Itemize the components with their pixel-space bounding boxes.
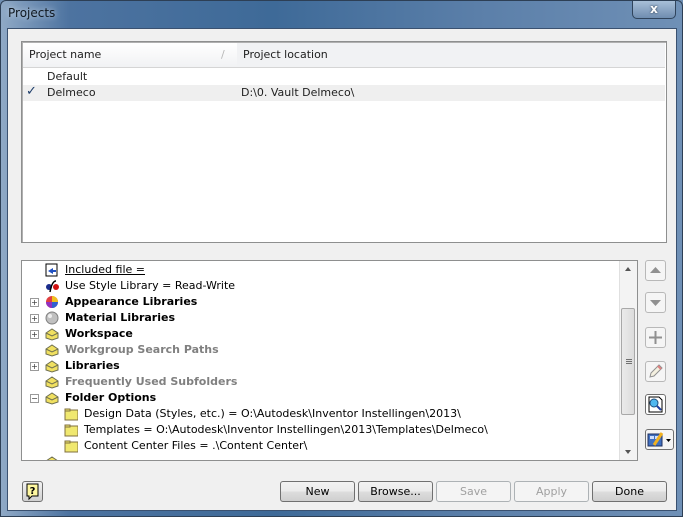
find-path-button[interactable] <box>645 394 666 415</box>
tree-item-frequently-used-subfolders[interactable]: Frequently Used Subfolders <box>22 374 620 390</box>
project-row-default[interactable]: Default <box>23 69 665 85</box>
project-name: Default <box>47 70 88 83</box>
column-header-project-location[interactable]: Project location <box>237 43 665 67</box>
tree-item-appearance-libraries[interactable]: + Appearance Libraries <box>22 294 620 310</box>
save-button[interactable]: Save <box>436 481 511 502</box>
move-down-button[interactable] <box>645 292 666 313</box>
tree-item-folder-options[interactable]: − Folder Options <box>22 390 620 406</box>
tree-item-design-data[interactable]: Design Data (Styles, etc.) = O:\Autodesk… <box>22 406 620 422</box>
scroll-down-icon[interactable] <box>625 450 631 454</box>
active-project-check-icon: ✓ <box>26 84 37 99</box>
tree-item-use-style-library[interactable]: Use Style Library = Read-Write <box>22 278 620 294</box>
magnifier-icon <box>648 396 663 413</box>
folder-group-icon <box>45 376 59 389</box>
grip-line <box>626 363 632 364</box>
grip-line <box>626 359 632 360</box>
tree-item-label: Included file = <box>65 263 145 276</box>
tree-item-included-file[interactable]: Included file = <box>22 262 620 278</box>
tree-item-workgroup-search-paths[interactable]: Workgroup Search Paths <box>22 342 620 358</box>
scroll-up-icon[interactable] <box>625 267 631 271</box>
tree-item-label: Use Style Library = Read-Write <box>65 279 236 292</box>
column-header-project-name[interactable]: Project name <box>23 43 237 67</box>
tree-item-material-libraries[interactable]: + Material Libraries <box>22 310 620 326</box>
tree-scrollbar[interactable] <box>619 261 637 460</box>
triangle-down-icon <box>650 300 661 306</box>
project-location: D:\0. Vault Delmeco\ <box>241 86 355 99</box>
tree-item-label: Appearance Libraries <box>65 295 198 308</box>
folder-group-icon <box>45 328 59 341</box>
included-file-icon <box>45 263 58 277</box>
tree-item-label: Libraries <box>65 359 120 372</box>
tree-item-label: Design Data (Styles, etc.) = O:\Autodesk… <box>84 407 461 420</box>
folder-group-icon <box>45 344 59 357</box>
edit-options-icon <box>647 432 671 447</box>
folder-icon <box>64 424 78 437</box>
tree-item-label: Workgroup Search Paths <box>65 343 219 356</box>
options-menu-button[interactable] <box>645 429 674 450</box>
expand-icon[interactable]: + <box>30 314 39 323</box>
tree-item-label: Material Libraries <box>65 311 176 324</box>
plus-icon <box>649 331 662 344</box>
new-button[interactable]: New <box>280 481 355 502</box>
projects-dialog: Projects x Project name / Project locati… <box>0 0 683 517</box>
folder-icon <box>64 408 78 421</box>
sort-indicator-icon: / <box>221 48 225 61</box>
browse-button[interactable]: Browse... <box>358 481 433 502</box>
project-row-delmeco[interactable]: ✓ Delmeco D:\0. Vault Delmeco\ <box>23 84 665 101</box>
edit-button[interactable] <box>645 361 666 382</box>
scroll-thumb[interactable] <box>621 308 635 415</box>
tree-item-label: Folder Options <box>65 391 157 404</box>
tree-item-templates[interactable]: Templates = O:\Autodesk\Inventor Instell… <box>22 422 620 438</box>
tree-item-libraries[interactable]: + Libraries <box>22 358 620 374</box>
folder-group-icon <box>46 456 58 460</box>
grip-line <box>626 361 632 362</box>
move-up-button[interactable] <box>645 260 666 281</box>
style-library-icon <box>46 280 59 293</box>
tree-item-workspace[interactable]: + Workspace <box>22 326 620 342</box>
folder-group-icon <box>45 392 59 405</box>
close-icon: x <box>650 2 658 16</box>
project-name: Delmeco <box>47 86 96 99</box>
done-button[interactable]: Done <box>592 481 667 502</box>
tree-item-partial[interactable] <box>22 454 620 460</box>
list-header: Project name / Project location <box>23 43 665 68</box>
triangle-up-icon <box>650 267 661 273</box>
project-settings-tree[interactable]: Included file = Use Style Library = Read… <box>21 260 638 461</box>
appearance-library-icon <box>46 296 58 308</box>
help-icon: ? <box>26 483 39 501</box>
dialog-client-area: Project name / Project location Default … <box>7 28 677 511</box>
help-button[interactable]: ? <box>22 481 43 502</box>
tree-item-content-center-files[interactable]: Content Center Files = .\Content Center\ <box>22 438 620 454</box>
svg-text:?: ? <box>30 486 36 497</box>
window-title: Projects <box>8 6 56 20</box>
pencil-icon <box>649 364 663 378</box>
add-path-button[interactable] <box>645 327 666 348</box>
expand-icon[interactable]: + <box>30 298 39 307</box>
folder-group-icon <box>45 360 59 373</box>
close-button[interactable]: x <box>632 1 676 19</box>
tree-item-label: Templates = O:\Autodesk\Inventor Instell… <box>84 423 488 436</box>
tree-item-label: Workspace <box>65 327 133 340</box>
tree-item-label: Content Center Files = .\Content Center\ <box>84 439 308 452</box>
collapse-icon[interactable]: − <box>30 394 39 403</box>
tree-item-label: Frequently Used Subfolders <box>65 375 238 388</box>
folder-icon <box>64 440 78 453</box>
project-list[interactable]: Project name / Project location Default … <box>21 41 667 243</box>
material-library-icon <box>45 311 59 325</box>
expand-icon[interactable]: + <box>30 330 39 339</box>
apply-button[interactable]: Apply <box>514 481 589 502</box>
expand-icon[interactable]: + <box>30 362 39 371</box>
